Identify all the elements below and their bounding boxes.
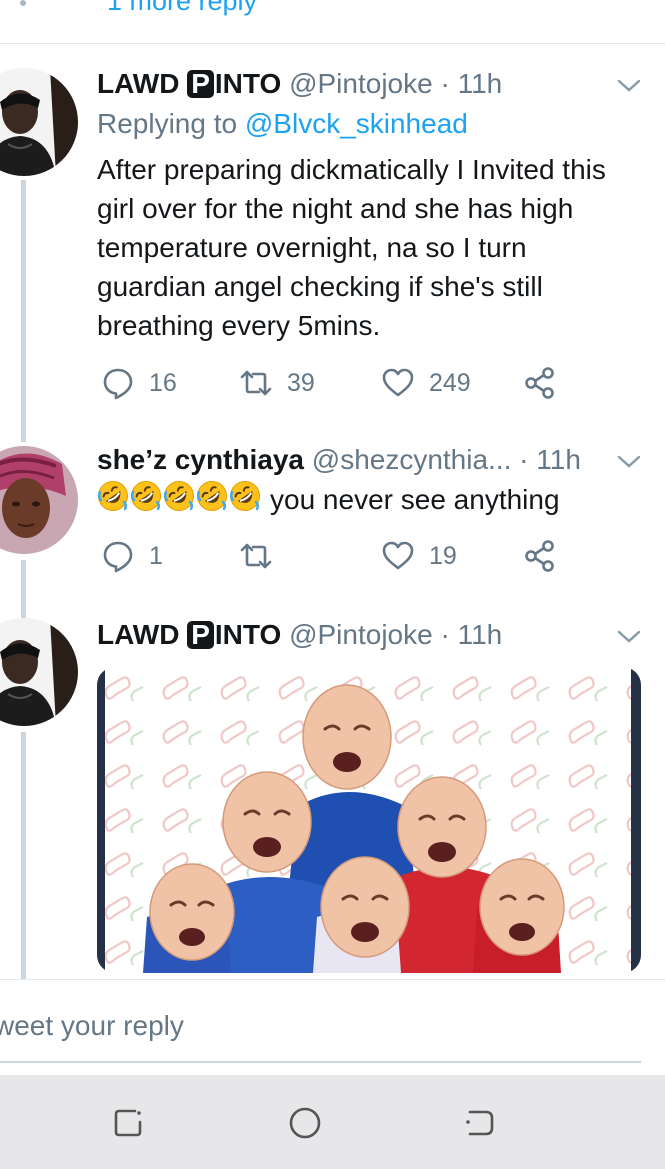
- retweet-icon: [240, 370, 272, 396]
- retweet-button[interactable]: 39: [239, 363, 315, 403]
- user-handle[interactable]: @Pintojoke: [289, 619, 433, 650]
- recent-apps-icon[interactable]: [111, 1105, 147, 1141]
- retweet-icon: [240, 543, 272, 569]
- separator: ·: [432, 68, 458, 99]
- thread-dot: [20, 0, 26, 6]
- reply-icon: [103, 541, 133, 573]
- tweet-actions: 1 19: [97, 536, 577, 576]
- user-handle[interactable]: @Pintojoke: [289, 68, 433, 99]
- rolling-on-floor-laughing-icon: [196, 481, 227, 511]
- emoji-row: [97, 480, 262, 519]
- boxed-letter: P: [187, 70, 214, 98]
- divider: [0, 43, 665, 44]
- thread-line: [21, 732, 26, 980]
- like-button[interactable]: 249: [381, 363, 471, 403]
- like-button[interactable]: 19: [381, 536, 457, 576]
- separator: ·: [511, 444, 537, 475]
- chevron-down-icon[interactable]: [617, 455, 641, 469]
- rolling-on-floor-laughing-icon: [97, 481, 128, 511]
- share-icon: [525, 367, 554, 399]
- chevron-down-icon[interactable]: [617, 79, 641, 93]
- tweet-header: LAWD P INTO @Pintojoke · 11h: [97, 619, 502, 651]
- display-name[interactable]: LAWD P INTO: [97, 619, 281, 650]
- thread-line: [21, 180, 26, 442]
- retweet-button[interactable]: [239, 536, 287, 576]
- heart-icon: [382, 368, 414, 397]
- reply-count: 1: [149, 541, 163, 570]
- replying-to-handle[interactable]: @Blvck_skinhead: [245, 108, 468, 139]
- reply-count: 16: [149, 368, 177, 397]
- user-handle[interactable]: @shezcynthia...: [312, 444, 512, 475]
- tweet-media-image[interactable]: [97, 667, 641, 973]
- divider: [0, 979, 665, 980]
- compose-underline: [0, 1061, 641, 1063]
- share-icon: [525, 540, 554, 572]
- boxed-letter: P: [187, 621, 214, 649]
- timestamp[interactable]: 11h: [458, 619, 503, 650]
- heart-icon: [382, 541, 414, 570]
- reply-compose-input[interactable]: weet your reply: [0, 1010, 184, 1042]
- share-button[interactable]: [523, 363, 557, 403]
- tweet-header: LAWD P INTO @Pintojoke · 11h: [97, 68, 502, 100]
- tweet-header: she’z cynthiaya @shezcynthia... · 11h: [97, 444, 581, 476]
- rolling-on-floor-laughing-icon: [163, 481, 194, 511]
- avatar[interactable]: [0, 618, 78, 726]
- replying-to: Replying to @Blvck_skinhead: [97, 108, 468, 139]
- home-icon[interactable]: [287, 1105, 323, 1141]
- tweet-words: you never see anything: [270, 483, 560, 515]
- system-navigation-bar: [0, 1075, 665, 1169]
- reply-icon: [103, 368, 133, 400]
- display-name[interactable]: she’z cynthiaya: [97, 444, 304, 475]
- rolling-on-floor-laughing-icon: [130, 481, 161, 511]
- more-replies-link[interactable]: 1 more reply: [107, 0, 257, 17]
- reply-button[interactable]: 16: [101, 363, 177, 403]
- chevron-down-icon[interactable]: [617, 630, 641, 644]
- timestamp[interactable]: 11h: [536, 444, 581, 475]
- like-count: 19: [429, 541, 457, 570]
- rolling-on-floor-laughing-icon: [229, 481, 260, 511]
- tweet-text: you never see anything: [97, 480, 560, 519]
- share-button[interactable]: [523, 536, 557, 576]
- retweet-count: 39: [287, 368, 315, 397]
- timestamp[interactable]: 11h: [458, 68, 503, 99]
- like-count: 249: [429, 368, 471, 397]
- avatar[interactable]: [0, 446, 78, 554]
- separator: ·: [432, 619, 458, 650]
- tweet-text: After preparing dickmatically I Invited …: [97, 154, 606, 341]
- back-icon[interactable]: [462, 1105, 498, 1141]
- reply-button[interactable]: 1: [101, 536, 163, 576]
- tweet-actions: 16 39 249: [97, 363, 577, 403]
- display-name[interactable]: LAWD P INTO: [97, 68, 281, 99]
- avatar[interactable]: [0, 68, 78, 176]
- thread-line: [21, 560, 26, 620]
